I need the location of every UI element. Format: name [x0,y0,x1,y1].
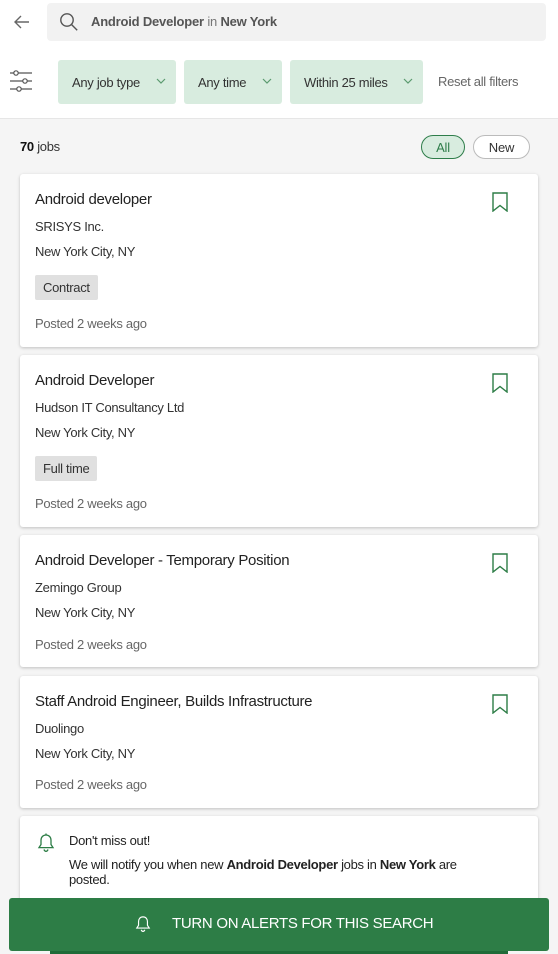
job-location: New York City, NY [35,244,136,259]
search-query: Android Developer in New York [91,14,277,29]
toggle-all[interactable]: All [421,135,465,159]
job-title[interactable]: Staff Android Engineer, Builds Infrastru… [35,693,313,710]
bell-icon [135,916,151,932]
job-card[interactable]: Android Developer Hudson IT Consultancy … [20,355,538,527]
alert-msg-keyword: Android Developer [226,857,339,872]
turn-on-alerts-label: TURN ON ALERTS FOR THIS SEARCH [172,915,434,932]
results-count: 70 jobs [20,139,60,154]
search-keyword: Android Developer [91,14,204,29]
job-title[interactable]: Android Developer [35,372,154,389]
search-icon [60,13,78,31]
toggle-new[interactable]: New [473,135,530,159]
job-company: Hudson IT Consultancy Ltd [35,400,185,415]
distance-filter-label: Within 25 miles [304,74,388,90]
bookmark-icon[interactable] [490,553,510,573]
alert-heading: Don't miss out! [69,833,151,848]
reset-filters-link[interactable]: Reset all filters [438,74,518,89]
job-posted-date: Posted 2 weeks ago [35,316,147,331]
chevron-down-icon [262,78,272,84]
sliders-icon[interactable] [9,70,33,92]
job-location: New York City, NY [35,605,136,620]
bell-icon [37,833,55,852]
alert-msg-pre: We will notify you when new [69,857,224,872]
job-title[interactable]: Android developer [35,191,152,208]
job-title[interactable]: Android Developer - Temporary Position [35,552,290,569]
top-bar: Android Developer in New York [0,0,558,44]
search-location: New York [220,14,277,29]
results-count-label: jobs [37,139,60,154]
job-company: Duolingo [35,721,84,736]
job-type-badge: Contract [35,275,98,300]
chevron-down-icon [156,78,166,84]
bookmark-icon[interactable] [490,373,510,393]
job-card[interactable]: Staff Android Engineer, Builds Infrastru… [20,676,538,808]
job-type-filter-label: Any job type [72,74,140,90]
alert-msg-location: New York [379,857,436,872]
job-posted-date: Posted 2 weeks ago [35,777,147,792]
time-filter-label: Any time [198,74,247,90]
job-card[interactable]: Android Developer - Temporary Position Z… [20,535,538,667]
search-connector: in [207,14,218,29]
results-count-number: 70 [20,139,34,154]
job-location: New York City, NY [35,746,136,761]
job-card[interactable]: Android developer SRISYS Inc. New York C… [20,174,538,347]
job-company: SRISYS Inc. [35,219,104,234]
bookmark-icon[interactable] [490,192,510,212]
alert-message: We will notify you when new Android Deve… [69,857,489,887]
job-location: New York City, NY [35,425,136,440]
job-type-filter[interactable]: Any job type [58,60,176,104]
filter-bar: Any job type Any time Within 25 miles Re… [0,44,558,119]
job-posted-date: Posted 2 weeks ago [35,496,147,511]
back-arrow-icon[interactable] [10,10,34,34]
search-field[interactable]: Android Developer in New York [47,3,546,41]
bookmark-icon[interactable] [490,694,510,714]
time-filter[interactable]: Any time [184,60,282,104]
job-type-badge: Full time [35,456,98,481]
turn-on-alerts-button[interactable]: TURN ON ALERTS FOR THIS SEARCH [9,898,549,951]
job-posted-date: Posted 2 weeks ago [35,637,147,652]
chevron-down-icon [403,78,413,84]
alert-msg-mid: jobs in [341,857,377,872]
job-company: Zemingo Group [35,580,122,595]
distance-filter[interactable]: Within 25 miles [290,60,423,104]
